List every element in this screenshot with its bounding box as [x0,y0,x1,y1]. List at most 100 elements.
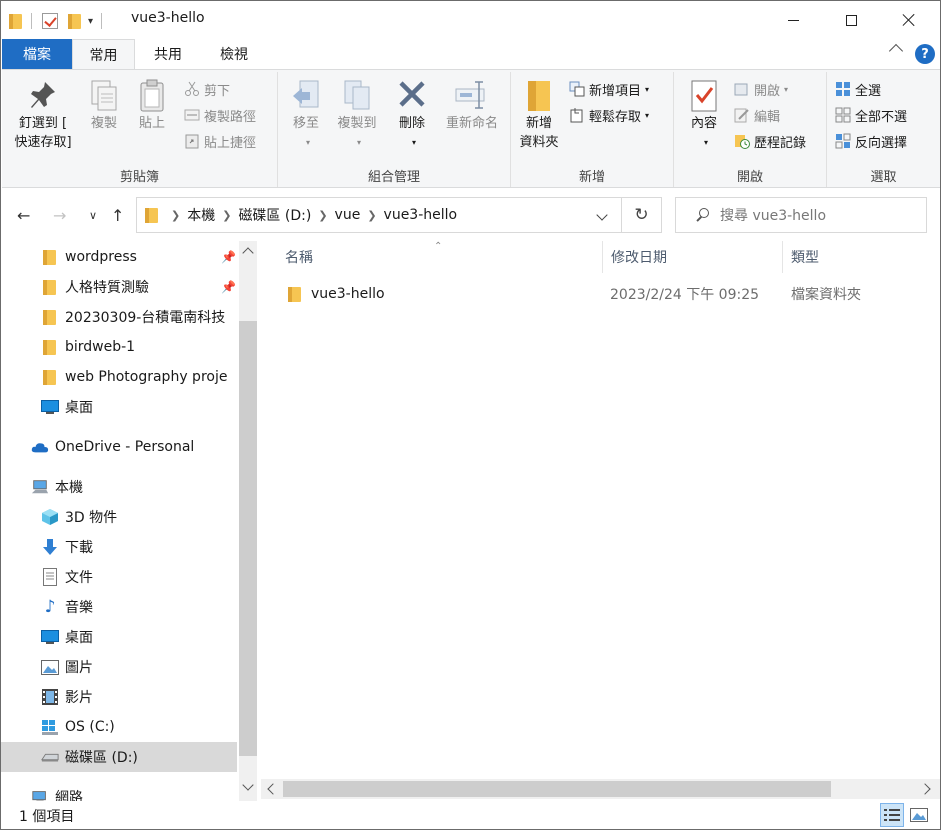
column-divider[interactable] [602,241,603,273]
picture-icon [41,658,59,676]
maximize-button[interactable] [822,1,880,39]
address-bar[interactable]: ❯ 本機 ❯ 磁碟區 (D:) ❯ vue ❯ vue3-hello [136,197,622,233]
folder-icon [41,338,59,356]
nav-item-onedrive[interactable]: OneDrive - Personal [1,432,237,462]
easy-access-button[interactable]: 輕鬆存取 ▾ [569,104,649,126]
nav-item-videos[interactable]: 影片 [1,682,237,712]
nav-item-birdweb[interactable]: birdweb-1 [1,332,237,362]
invert-selection-button[interactable]: 反向選擇 [835,130,907,152]
rename-icon [455,81,485,109]
nav-item-this-pc[interactable]: 本機 [1,472,237,502]
copy-to-dropdown-icon: ▾ [356,138,361,147]
pin-icon [31,82,55,108]
help-button[interactable]: ? [915,44,935,64]
scroll-left-icon[interactable] [267,783,279,795]
breadcrumb-this-pc[interactable]: 本機 [187,205,215,225]
nav-item-drive-c[interactable]: OS (C:) [1,712,237,742]
nav-item-music[interactable]: ♪ 音樂 [1,592,237,622]
copy-to-button[interactable]: 複製到 ▾ [332,78,382,152]
copy-button[interactable]: 複製 [84,78,124,133]
breadcrumb-chevron-icon[interactable]: ❯ [318,209,327,222]
breadcrumb-vue3-hello[interactable]: vue3-hello [384,207,458,223]
breadcrumb-chevron-icon[interactable]: ❯ [171,209,180,222]
nav-item-network[interactable]: 網路 [1,782,237,801]
document-icon [41,568,59,586]
file-name-cell[interactable]: vue3-hello [288,281,385,307]
search-box[interactable]: 搜尋 vue3-hello [675,197,927,233]
horizontal-scrollbar-thumb[interactable] [283,781,831,797]
organize-group-label: 組合管理 [367,170,420,185]
select-all-button[interactable]: 全選 [835,78,881,100]
tab-view[interactable]: 檢視 [201,39,267,69]
tab-home[interactable]: 常用 [72,39,135,70]
new-folder-button[interactable]: 新增 資料夾 [515,78,563,152]
rename-button[interactable]: 重新命名 [438,78,506,133]
new-item-button[interactable]: 新增項目 ▾ [569,78,649,100]
file-list: ⌃ 名稱 修改日期 類型 vue3-hello 2023/2/24 下午 09:… [261,241,940,801]
column-header-type[interactable]: 類型 [791,241,931,273]
copy-path-button[interactable]: 複製路徑 [184,104,256,126]
breadcrumb-vue[interactable]: vue [335,207,361,223]
properties-check-icon[interactable] [42,13,58,29]
nav-item-desktop[interactable]: 桌面 [1,622,237,652]
history-button[interactable]: 歷程記錄 [734,130,806,152]
paste-shortcut-button[interactable]: 貼上捷徑 [184,130,256,152]
collapse-ribbon-icon[interactable] [888,43,904,59]
nav-item-web-photography[interactable]: web Photography proje [1,362,237,392]
edit-button[interactable]: 編輯 [734,104,780,126]
refresh-button[interactable]: ↻ [622,197,662,233]
pin-quick-access-button[interactable]: 釘選到 [ 快速存取] [8,78,78,152]
up-arrow-icon[interactable]: ↑ [111,206,124,225]
nav-item-drive-d[interactable]: 磁碟區 (D:) [1,742,237,772]
close-button[interactable] [880,1,938,39]
tab-file[interactable]: 檔案 [2,39,72,69]
move-to-button[interactable]: 移至 ▾ [286,78,326,152]
nav-item-pictures[interactable]: 圖片 [1,652,237,682]
delete-button[interactable]: 刪除 ▾ [392,78,432,152]
nav-item-personality-test[interactable]: 人格特質測驗 📌 [1,272,237,302]
nav-item-wordpress[interactable]: wordpress 📌 [1,242,237,272]
select-none-icon [835,107,851,123]
scroll-right-icon[interactable] [919,783,931,795]
column-divider[interactable] [782,241,783,273]
file-date-cell: 2023/2/24 下午 09:25 [610,287,760,303]
item-count: 1 個項目 [19,809,75,825]
properties-icon [691,80,717,112]
details-view-icon [884,809,900,821]
details-view-button[interactable] [880,803,904,827]
horizontal-scrollbar-track[interactable] [261,779,940,799]
breadcrumb-drive-d[interactable]: 磁碟區 (D:) [238,205,311,225]
nav-scrollbar-thumb[interactable] [239,321,257,756]
nav-item-documents[interactable]: 文件 [1,562,237,592]
column-header-name[interactable]: 名稱 [285,241,601,273]
file-row[interactable]: vue3-hello 2023/2/24 下午 09:25 檔案資料夾 [281,281,931,307]
select-group: 全選 全部不選 反向選擇 選取 [827,72,940,187]
new-folder-icon[interactable] [68,13,82,29]
column-header-date[interactable]: 修改日期 [611,241,781,273]
download-arrow-icon [41,538,59,556]
breadcrumb-chevron-icon[interactable]: ❯ [367,209,376,222]
minimize-button[interactable] [764,1,822,39]
easy-access-dropdown-icon: ▾ [645,110,650,120]
qat-dropdown-icon[interactable]: ▾ [88,16,93,27]
tab-share[interactable]: 共用 [135,39,201,69]
open-button[interactable]: 開啟 ▾ [734,78,788,100]
cloud-icon [31,438,49,456]
cut-button[interactable]: 剪下 [184,78,230,100]
select-none-button[interactable]: 全部不選 [835,104,907,126]
nav-item-tsmc-folder[interactable]: 20230309-台積電南科技 [1,302,237,332]
nav-item-downloads[interactable]: 下載 [1,532,237,562]
clipboard-group: 釘選到 [ 快速存取] 複製 貼上 剪下 複製路徑 貼上捷徑 剪貼簿 [2,72,278,187]
folder-icon [145,207,159,223]
nav-item-desktop-quick[interactable]: 桌面 [1,392,237,422]
breadcrumb-chevron-icon[interactable]: ❯ [222,209,231,222]
properties-button[interactable]: 內容 ▾ [682,78,726,152]
ribbon: 釘選到 [ 快速存取] 複製 貼上 剪下 複製路徑 貼上捷徑 剪貼簿 移至 ▾ … [2,69,940,188]
nav-item-3d-objects[interactable]: 3D 物件 [1,502,237,532]
recent-locations-chevron-icon[interactable]: ∨ [89,209,97,222]
back-arrow-icon[interactable]: ← [17,206,30,225]
computer-icon [31,478,49,496]
forward-arrow-icon[interactable]: → [53,206,66,225]
paste-button[interactable]: 貼上 [130,78,174,133]
large-icons-view-button[interactable] [907,803,931,827]
